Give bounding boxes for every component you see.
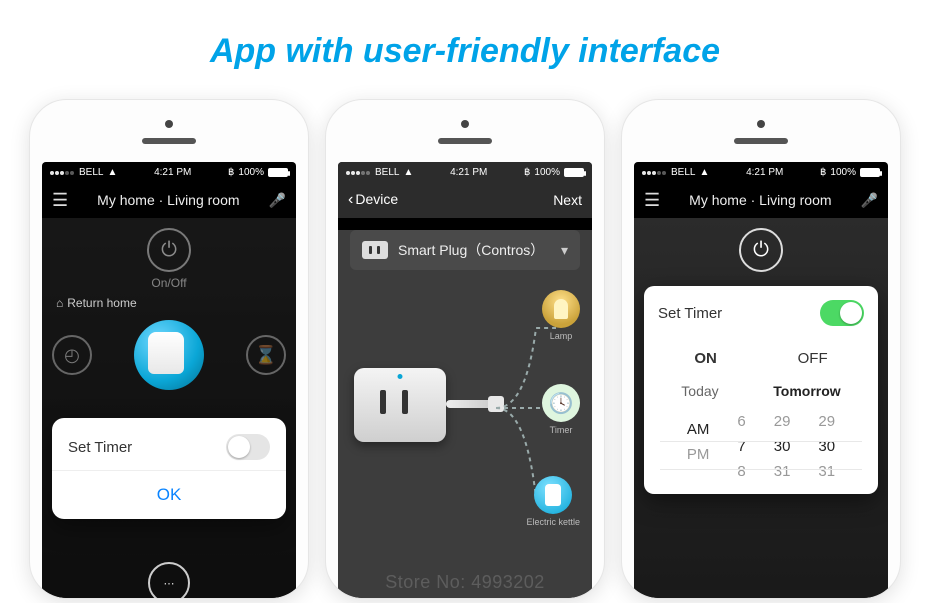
wifi-icon: ▲	[107, 167, 117, 178]
return-home-button[interactable]: ⌂ Return home	[56, 296, 137, 310]
time-picker[interactable]: AM PM 6 7 8 29 30 31	[644, 407, 878, 494]
battery-pct: 100%	[830, 167, 856, 178]
battery-icon	[564, 168, 584, 177]
phone-3: BELL ▲ 4:21 PM ฿ 100% ☰ My home · Living…	[621, 99, 901, 599]
timer-icon: 🕓	[542, 384, 580, 422]
bluetooth-icon: ฿	[228, 167, 234, 178]
timer-toggle[interactable]	[226, 434, 270, 460]
menu-icon[interactable]: ☰	[52, 190, 68, 211]
popup-title: Set Timer	[68, 439, 132, 456]
wifi-icon: ▲	[403, 167, 413, 178]
cable-illustration	[446, 400, 492, 408]
lamp-icon	[542, 290, 580, 328]
battery-icon	[860, 168, 880, 177]
back-button[interactable]: ‹Device	[348, 191, 398, 209]
phone-2: BELL ▲ 4:21 PM ฿ 100% ‹Device Next Smart	[325, 99, 605, 599]
timer-toggle[interactable]	[820, 300, 864, 326]
day-tabs: Today Tomorrow	[644, 383, 878, 407]
device-diagram: Lamp 🕓 Timer Electric kettle	[346, 288, 584, 538]
signal-dots-icon	[346, 167, 371, 178]
power-button[interactable]: ⏻	[739, 228, 783, 272]
carrier-label: BELL	[671, 167, 695, 178]
headline: App with user-friendly interface	[0, 0, 930, 71]
nav-bar: ☰ My home · Living room 🎤	[42, 182, 296, 218]
bluetooth-icon: ฿	[524, 167, 530, 178]
battery-pct: 100%	[534, 167, 560, 178]
hub-illustration	[354, 368, 446, 442]
next-button[interactable]: Next	[553, 192, 582, 208]
carrier-label: BELL	[79, 167, 103, 178]
picker-min2[interactable]: 29 30 31	[818, 413, 835, 480]
return-home-label: Return home	[67, 296, 136, 310]
tab-off[interactable]: OFF	[780, 344, 846, 373]
device-name: Smart Plug（Contros）	[398, 240, 544, 260]
phone-1: BELL ▲ 4:21 PM ฿ 100% ☰ My home · Living…	[29, 99, 309, 599]
wifi-icon: ▲	[699, 167, 709, 178]
set-timer-popup: Set Timer OK	[52, 418, 286, 519]
ok-button[interactable]: OK	[52, 471, 286, 519]
device-kettle[interactable]: Electric kettle	[526, 476, 580, 527]
picker-ampm[interactable]: AM PM	[687, 413, 710, 480]
chevron-left-icon: ‹	[348, 191, 353, 208]
mic-icon[interactable]: 🎤	[861, 192, 878, 209]
watermark: Store No: 4993202	[385, 572, 545, 593]
bluetooth-icon: ฿	[820, 167, 826, 178]
status-bar: BELL ▲ 4:21 PM ฿ 100%	[338, 162, 592, 182]
plug-icon	[362, 241, 388, 259]
tab-on[interactable]: ON	[676, 344, 735, 373]
battery-pct: 100%	[238, 167, 264, 178]
status-time: 4:21 PM	[746, 167, 783, 178]
lamp-label: Lamp	[550, 331, 573, 341]
chevron-down-icon: ▾	[561, 242, 568, 259]
timer-card: Set Timer ON OFF Today Tomorrow	[644, 286, 878, 494]
signal-dots-icon	[642, 167, 667, 178]
kettle-device-icon[interactable]	[134, 320, 204, 390]
more-button[interactable]: ⋯ More	[148, 562, 190, 598]
nav-bar: ‹Device Next	[338, 182, 592, 218]
device-row[interactable]: Smart Plug（Contros） ▾	[350, 230, 580, 270]
phones-row: BELL ▲ 4:21 PM ฿ 100% ☰ My home · Living…	[0, 99, 930, 599]
status-bar: BELL ▲ 4:21 PM ฿ 100%	[634, 162, 888, 182]
menu-icon[interactable]: ☰	[644, 190, 660, 211]
device-timer[interactable]: 🕓 Timer	[542, 384, 580, 435]
kettle-label: Electric kettle	[526, 517, 580, 527]
home-icon: ⌂	[56, 296, 63, 310]
nav-title: My home · Living room	[97, 192, 239, 208]
mic-icon[interactable]: 🎤	[269, 192, 286, 209]
battery-icon	[268, 168, 288, 177]
kettle-icon	[534, 476, 572, 514]
status-time: 4:21 PM	[450, 167, 487, 178]
signal-dots-icon	[50, 167, 75, 178]
tab-tomorrow[interactable]: Tomorrow	[773, 383, 840, 399]
onoff-tabs: ON OFF	[644, 340, 878, 383]
picker-min1[interactable]: 29 30 31	[774, 413, 791, 480]
timer-card-title: Set Timer	[658, 305, 722, 322]
tab-today[interactable]: Today	[681, 383, 718, 399]
nav-bar: ☰ My home · Living room 🎤	[634, 182, 888, 218]
timer-label: Timer	[550, 425, 573, 435]
nav-title: My home · Living room	[689, 192, 831, 208]
status-bar: BELL ▲ 4:21 PM ฿ 100%	[42, 162, 296, 182]
more-icon: ⋯	[148, 562, 190, 598]
device-lamp[interactable]: Lamp	[542, 290, 580, 341]
carrier-label: BELL	[375, 167, 399, 178]
picker-hour[interactable]: 6 7 8	[737, 413, 745, 480]
status-time: 4:21 PM	[154, 167, 191, 178]
